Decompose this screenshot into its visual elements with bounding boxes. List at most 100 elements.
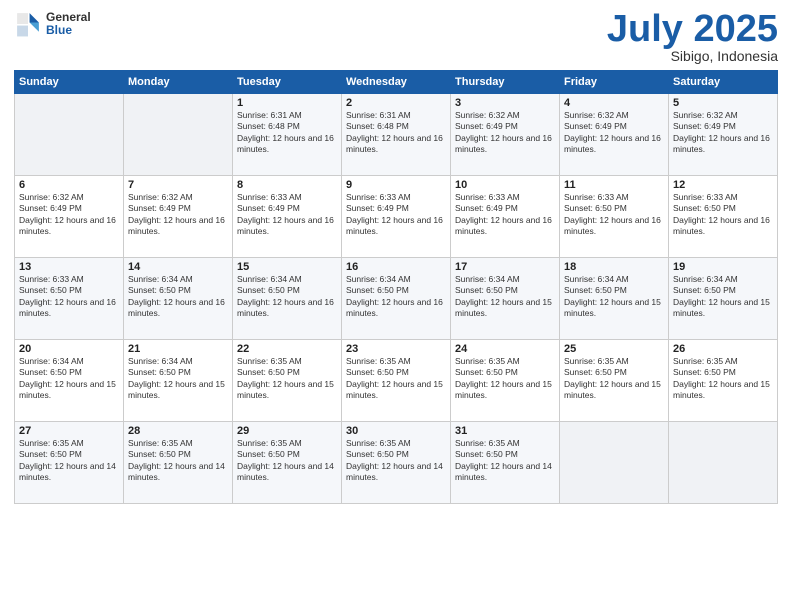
logo-text: General Blue — [46, 11, 91, 37]
day-cell: 19Sunrise: 6:34 AM Sunset: 6:50 PM Dayli… — [669, 258, 778, 340]
day-info: Sunrise: 6:35 AM Sunset: 6:50 PM Dayligh… — [19, 438, 119, 484]
day-info: Sunrise: 6:34 AM Sunset: 6:50 PM Dayligh… — [128, 356, 228, 402]
day-cell: 8Sunrise: 6:33 AM Sunset: 6:49 PM Daylig… — [233, 176, 342, 258]
week-row-4: 20Sunrise: 6:34 AM Sunset: 6:50 PM Dayli… — [15, 340, 778, 422]
day-cell: 13Sunrise: 6:33 AM Sunset: 6:50 PM Dayli… — [15, 258, 124, 340]
day-number: 28 — [128, 425, 228, 437]
day-cell: 22Sunrise: 6:35 AM Sunset: 6:50 PM Dayli… — [233, 340, 342, 422]
day-info: Sunrise: 6:34 AM Sunset: 6:50 PM Dayligh… — [673, 274, 773, 320]
day-cell: 25Sunrise: 6:35 AM Sunset: 6:50 PM Dayli… — [560, 340, 669, 422]
day-number: 10 — [455, 179, 555, 191]
day-number: 14 — [128, 261, 228, 273]
day-info: Sunrise: 6:32 AM Sunset: 6:49 PM Dayligh… — [19, 192, 119, 238]
day-number: 22 — [237, 343, 337, 355]
logo: General Blue — [14, 10, 91, 38]
week-row-1: 1Sunrise: 6:31 AM Sunset: 6:48 PM Daylig… — [15, 94, 778, 176]
logo-icon — [14, 10, 42, 38]
day-number: 18 — [564, 261, 664, 273]
day-info: Sunrise: 6:34 AM Sunset: 6:50 PM Dayligh… — [564, 274, 664, 320]
header-row: SundayMondayTuesdayWednesdayThursdayFrid… — [15, 71, 778, 94]
day-info: Sunrise: 6:32 AM Sunset: 6:49 PM Dayligh… — [128, 192, 228, 238]
day-cell: 21Sunrise: 6:34 AM Sunset: 6:50 PM Dayli… — [124, 340, 233, 422]
day-number: 19 — [673, 261, 773, 273]
calendar-table: SundayMondayTuesdayWednesdayThursdayFrid… — [14, 70, 778, 504]
day-cell: 20Sunrise: 6:34 AM Sunset: 6:50 PM Dayli… — [15, 340, 124, 422]
day-cell: 11Sunrise: 6:33 AM Sunset: 6:50 PM Dayli… — [560, 176, 669, 258]
day-info: Sunrise: 6:33 AM Sunset: 6:49 PM Dayligh… — [346, 192, 446, 238]
day-cell: 4Sunrise: 6:32 AM Sunset: 6:49 PM Daylig… — [560, 94, 669, 176]
day-cell: 28Sunrise: 6:35 AM Sunset: 6:50 PM Dayli… — [124, 422, 233, 504]
day-number: 21 — [128, 343, 228, 355]
day-info: Sunrise: 6:32 AM Sunset: 6:49 PM Dayligh… — [564, 110, 664, 156]
day-info: Sunrise: 6:32 AM Sunset: 6:49 PM Dayligh… — [455, 110, 555, 156]
calendar-header: SundayMondayTuesdayWednesdayThursdayFrid… — [15, 71, 778, 94]
day-info: Sunrise: 6:35 AM Sunset: 6:50 PM Dayligh… — [128, 438, 228, 484]
day-info: Sunrise: 6:34 AM Sunset: 6:50 PM Dayligh… — [128, 274, 228, 320]
location-subtitle: Sibigo, Indonesia — [607, 48, 778, 64]
day-info: Sunrise: 6:34 AM Sunset: 6:50 PM Dayligh… — [346, 274, 446, 320]
day-cell: 15Sunrise: 6:34 AM Sunset: 6:50 PM Dayli… — [233, 258, 342, 340]
day-number: 29 — [237, 425, 337, 437]
day-cell: 3Sunrise: 6:32 AM Sunset: 6:49 PM Daylig… — [451, 94, 560, 176]
day-number: 6 — [19, 179, 119, 191]
week-row-3: 13Sunrise: 6:33 AM Sunset: 6:50 PM Dayli… — [15, 258, 778, 340]
day-cell: 27Sunrise: 6:35 AM Sunset: 6:50 PM Dayli… — [15, 422, 124, 504]
header-wednesday: Wednesday — [342, 71, 451, 94]
day-number: 20 — [19, 343, 119, 355]
day-cell: 18Sunrise: 6:34 AM Sunset: 6:50 PM Dayli… — [560, 258, 669, 340]
header: General Blue July 2025 Sibigo, Indonesia — [14, 10, 778, 64]
week-row-5: 27Sunrise: 6:35 AM Sunset: 6:50 PM Dayli… — [15, 422, 778, 504]
day-number: 26 — [673, 343, 773, 355]
day-number: 24 — [455, 343, 555, 355]
day-number: 11 — [564, 179, 664, 191]
day-info: Sunrise: 6:34 AM Sunset: 6:50 PM Dayligh… — [455, 274, 555, 320]
day-info: Sunrise: 6:35 AM Sunset: 6:50 PM Dayligh… — [237, 438, 337, 484]
day-info: Sunrise: 6:35 AM Sunset: 6:50 PM Dayligh… — [455, 356, 555, 402]
month-title: July 2025 — [607, 10, 778, 48]
header-thursday: Thursday — [451, 71, 560, 94]
header-sunday: Sunday — [15, 71, 124, 94]
day-info: Sunrise: 6:35 AM Sunset: 6:50 PM Dayligh… — [673, 356, 773, 402]
header-tuesday: Tuesday — [233, 71, 342, 94]
week-row-2: 6Sunrise: 6:32 AM Sunset: 6:49 PM Daylig… — [15, 176, 778, 258]
day-number: 5 — [673, 97, 773, 109]
day-info: Sunrise: 6:35 AM Sunset: 6:50 PM Dayligh… — [237, 356, 337, 402]
day-number: 7 — [128, 179, 228, 191]
day-info: Sunrise: 6:34 AM Sunset: 6:50 PM Dayligh… — [237, 274, 337, 320]
header-friday: Friday — [560, 71, 669, 94]
day-cell: 12Sunrise: 6:33 AM Sunset: 6:50 PM Dayli… — [669, 176, 778, 258]
day-cell: 31Sunrise: 6:35 AM Sunset: 6:50 PM Dayli… — [451, 422, 560, 504]
day-cell — [669, 422, 778, 504]
day-info: Sunrise: 6:33 AM Sunset: 6:50 PM Dayligh… — [673, 192, 773, 238]
day-cell — [560, 422, 669, 504]
day-cell: 17Sunrise: 6:34 AM Sunset: 6:50 PM Dayli… — [451, 258, 560, 340]
header-saturday: Saturday — [669, 71, 778, 94]
day-info: Sunrise: 6:35 AM Sunset: 6:50 PM Dayligh… — [455, 438, 555, 484]
day-number: 12 — [673, 179, 773, 191]
day-number: 27 — [19, 425, 119, 437]
day-number: 8 — [237, 179, 337, 191]
header-monday: Monday — [124, 71, 233, 94]
day-info: Sunrise: 6:33 AM Sunset: 6:49 PM Dayligh… — [455, 192, 555, 238]
day-cell: 14Sunrise: 6:34 AM Sunset: 6:50 PM Dayli… — [124, 258, 233, 340]
day-number: 13 — [19, 261, 119, 273]
calendar-page: General Blue July 2025 Sibigo, Indonesia… — [0, 0, 792, 612]
day-cell: 16Sunrise: 6:34 AM Sunset: 6:50 PM Dayli… — [342, 258, 451, 340]
day-info: Sunrise: 6:32 AM Sunset: 6:49 PM Dayligh… — [673, 110, 773, 156]
day-number: 3 — [455, 97, 555, 109]
day-cell — [15, 94, 124, 176]
day-cell: 24Sunrise: 6:35 AM Sunset: 6:50 PM Dayli… — [451, 340, 560, 422]
calendar-body: 1Sunrise: 6:31 AM Sunset: 6:48 PM Daylig… — [15, 94, 778, 504]
day-number: 4 — [564, 97, 664, 109]
day-number: 25 — [564, 343, 664, 355]
day-cell: 6Sunrise: 6:32 AM Sunset: 6:49 PM Daylig… — [15, 176, 124, 258]
day-number: 16 — [346, 261, 446, 273]
day-info: Sunrise: 6:34 AM Sunset: 6:50 PM Dayligh… — [19, 356, 119, 402]
day-cell: 9Sunrise: 6:33 AM Sunset: 6:49 PM Daylig… — [342, 176, 451, 258]
day-cell — [124, 94, 233, 176]
day-cell: 29Sunrise: 6:35 AM Sunset: 6:50 PM Dayli… — [233, 422, 342, 504]
day-info: Sunrise: 6:33 AM Sunset: 6:49 PM Dayligh… — [237, 192, 337, 238]
day-number: 23 — [346, 343, 446, 355]
title-block: July 2025 Sibigo, Indonesia — [607, 10, 778, 64]
day-info: Sunrise: 6:35 AM Sunset: 6:50 PM Dayligh… — [346, 438, 446, 484]
